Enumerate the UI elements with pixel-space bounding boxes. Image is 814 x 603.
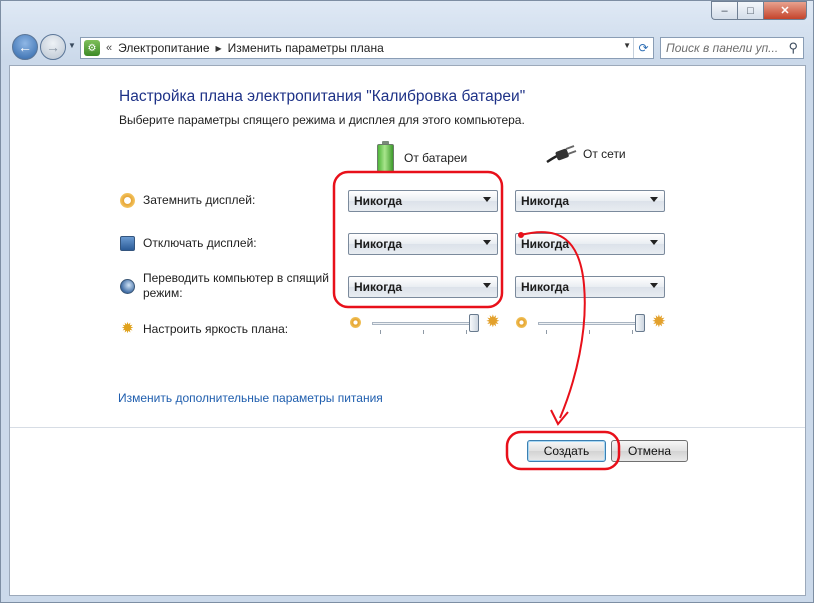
battery-icon: [377, 141, 394, 172]
address-dropdown-icon[interactable]: ▼: [623, 41, 631, 50]
brightness-battery-slider[interactable]: ✹: [350, 312, 500, 337]
slider-thumb[interactable]: [469, 314, 479, 332]
power-plug-icon: [546, 145, 577, 164]
chevron-down-icon: [483, 240, 491, 245]
minimize-button[interactable]: –: [711, 1, 737, 20]
row-label-brightness: Настроить яркость плана:: [143, 322, 289, 336]
search-icon[interactable]: ⚲: [788, 40, 798, 56]
brightness-low-icon: [350, 317, 361, 328]
display-off-icon: [120, 236, 135, 251]
page-subtitle: Выберите параметры спящего режима и дисп…: [119, 113, 525, 127]
control-panel-icon: ⚙: [84, 40, 100, 56]
dim-display-ac-value: Никогда: [521, 194, 570, 208]
brightness-ac-slider[interactable]: ✹: [516, 312, 666, 337]
search-box[interactable]: ⚲: [660, 37, 804, 59]
sleep-ac-select[interactable]: Никогда: [515, 276, 665, 298]
navigation-bar: ← → ▼ ⚙ « Электропитание ▶ Изменить пара…: [9, 31, 805, 63]
chevron-down-icon: [650, 283, 658, 288]
slider-tick: [466, 330, 467, 334]
slider-tick: [632, 330, 633, 334]
column-label-ac: От сети: [583, 147, 626, 161]
forward-button[interactable]: →: [40, 34, 66, 60]
divider: [10, 427, 805, 428]
slider-track: [538, 322, 640, 325]
dim-display-battery-select[interactable]: Никогда: [348, 190, 498, 212]
advanced-settings-link[interactable]: Изменить дополнительные параметры питани…: [118, 391, 383, 405]
address-bar[interactable]: ⚙ « Электропитание ▶ Изменить параметры …: [80, 37, 654, 59]
chevron-down-icon: [483, 197, 491, 202]
sleep-battery-select[interactable]: Никогда: [348, 276, 498, 298]
row-label-sleep: Переводить компьютер в спящий режим:: [143, 271, 329, 300]
back-button[interactable]: ←: [12, 34, 38, 60]
overflow-chevron-icon[interactable]: «: [106, 42, 112, 54]
turn-off-display-ac-select[interactable]: Никогда: [515, 233, 665, 255]
turn-off-display-ac-value: Никогда: [521, 237, 570, 251]
slider-tick: [589, 330, 590, 334]
breadcrumb-separator-icon[interactable]: ▶: [216, 44, 222, 53]
search-input[interactable]: [666, 39, 786, 57]
refresh-icon[interactable]: ⟳: [633, 38, 653, 58]
chevron-down-icon: [650, 240, 658, 245]
dim-display-battery-value: Никогда: [354, 194, 403, 208]
brightness-low-icon: [516, 317, 527, 328]
slider-tick: [380, 330, 381, 334]
chevron-down-icon: [650, 197, 658, 202]
brightness-high-icon: ✹: [651, 312, 666, 331]
slider-thumb[interactable]: [635, 314, 645, 332]
slider-tick: [546, 330, 547, 334]
cancel-button[interactable]: Отмена: [611, 440, 688, 462]
page-title: Настройка плана электропитания "Калибров…: [119, 88, 526, 105]
brightness-icon: ✹: [121, 319, 134, 337]
maximize-button[interactable]: □: [737, 1, 763, 20]
slider-tick: [423, 330, 424, 334]
column-header-battery: От батареи: [377, 141, 468, 172]
create-button[interactable]: Создать: [527, 440, 606, 462]
chevron-down-icon: [483, 283, 491, 288]
window-frame: – □ ✕ ← → ▼ ⚙ « Электропитание ▶ Изменит…: [0, 0, 814, 603]
row-label-turn-off-display: Отключать дисплей:: [143, 236, 257, 250]
column-header-ac: От сети: [545, 144, 626, 164]
history-dropdown-icon[interactable]: ▼: [68, 41, 76, 50]
slider-track: [372, 322, 474, 325]
column-label-battery: От батареи: [404, 151, 468, 165]
turn-off-display-battery-value: Никогда: [354, 237, 403, 251]
sleep-icon: [120, 279, 135, 294]
turn-off-display-battery-select[interactable]: Никогда: [348, 233, 498, 255]
close-button[interactable]: ✕: [763, 1, 807, 20]
row-label-dim-display: Затемнить дисплей:: [143, 193, 256, 207]
content-pane: Настройка плана электропитания "Калибров…: [9, 65, 806, 596]
dim-display-ac-select[interactable]: Никогда: [515, 190, 665, 212]
sleep-battery-value: Никогда: [354, 280, 403, 294]
dim-display-icon: [120, 193, 135, 208]
sleep-ac-value: Никогда: [521, 280, 570, 294]
breadcrumb-edit-plan[interactable]: Изменить параметры плана: [228, 41, 384, 55]
brightness-high-icon: ✹: [485, 312, 500, 331]
breadcrumb-power-options[interactable]: Электропитание: [118, 41, 209, 55]
caption-buttons: – □ ✕: [711, 1, 807, 20]
